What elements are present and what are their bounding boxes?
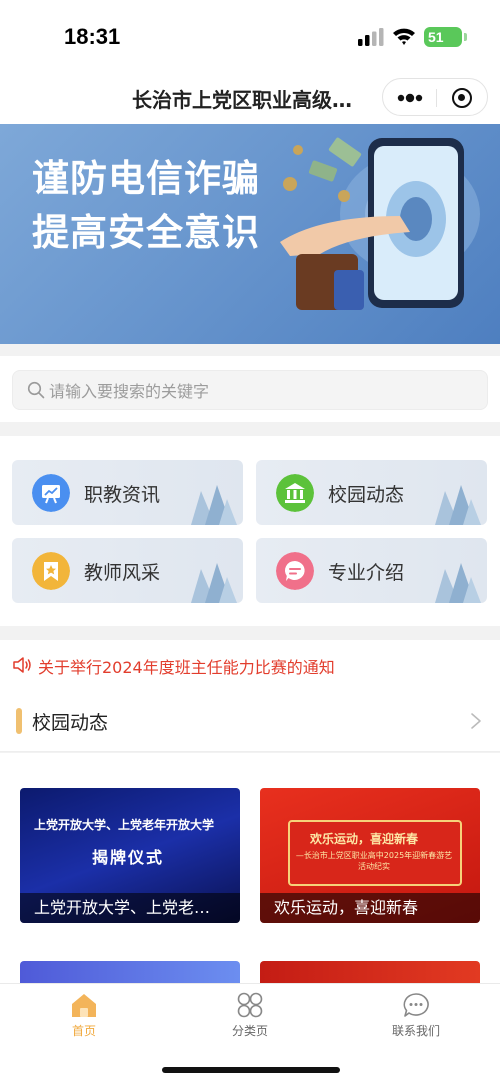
nav-bar: 长治市上党区职业高级…	[0, 72, 500, 124]
presentation-icon	[32, 474, 70, 512]
banner-carousel[interactable]: 谨防电信诈骗 提高安全意识	[0, 124, 500, 344]
banner-line-2: 提高安全意识	[32, 211, 260, 254]
close-miniprogram-icon[interactable]	[452, 88, 472, 108]
status-time: 18:31	[64, 24, 121, 49]
home-icon	[72, 994, 96, 1017]
tab-home[interactable]: 首页	[24, 990, 144, 1039]
page-title: 长治市上党区职业高级…	[132, 88, 352, 112]
notice-text[interactable]: 关于举行2024年度班主任能力比赛的通知	[38, 654, 335, 678]
miniprogram-capsule	[382, 78, 488, 116]
banner-line-1: 谨防电信诈骗	[32, 157, 260, 200]
tab-categories[interactable]: 分类页	[190, 990, 310, 1039]
building-decoration	[435, 485, 481, 525]
tab-contact[interactable]: 联系我们	[356, 990, 476, 1039]
speaker-icon	[13, 657, 31, 673]
news-card[interactable]: 欢乐运动，喜迎新春 —长治市上党区职业高中2025年迎新春游艺活动纪实 欢乐运动…	[260, 788, 480, 923]
category-label: 教师风采	[84, 562, 161, 584]
capsule-divider	[436, 89, 437, 107]
building-decoration	[191, 485, 237, 525]
wifi-icon	[393, 28, 415, 45]
teacher-badge-icon	[32, 552, 70, 590]
news-image-title: 上党开放大学、上党老年开放大学	[34, 818, 215, 832]
news-card[interactable]	[260, 961, 480, 983]
category-label: 专业介绍	[328, 562, 405, 584]
search-icon	[27, 381, 45, 399]
search-input[interactable]	[49, 377, 469, 405]
grid-icon	[237, 992, 263, 1018]
chevron-right-icon[interactable]	[470, 712, 482, 730]
category-label: 校园动态	[328, 484, 405, 506]
news-image-subtitle: —长治市上党区职业高中2025年迎新春游艺活动纪实	[295, 851, 453, 871]
more-options-icon[interactable]	[397, 91, 423, 105]
status-bar: 18:31 51	[0, 0, 500, 72]
section-header-campus[interactable]: 校园动态	[0, 690, 500, 752]
app-page: 18:31 51 长治市上党区职业高级… 谨防电信诈骗 提高安全意识 请输入要搜…	[0, 0, 500, 1083]
building-decoration	[191, 563, 237, 603]
notice-bar[interactable]: 关于举行2024年度班主任能力比赛的通知	[0, 640, 500, 690]
category-teachers[interactable]: 教师风采	[12, 538, 243, 603]
category-campus[interactable]: 校园动态	[256, 460, 487, 525]
category-label: 职教资讯	[84, 484, 161, 506]
building-decoration	[435, 563, 481, 603]
battery-level: 51	[428, 29, 444, 45]
home-indicator	[162, 1067, 340, 1073]
tab-label: 联系我们	[391, 1024, 440, 1038]
tab-label: 分类页	[231, 1024, 268, 1038]
cellular-signal-icon	[358, 28, 384, 46]
category-grid: 职教资讯 校园动态 教师风采 专业介绍	[0, 436, 500, 626]
banner-text: 谨防电信诈骗 提高安全意识	[32, 152, 260, 260]
chat-bubble-icon	[276, 552, 314, 590]
tab-label: 首页	[71, 1024, 96, 1038]
battery-icon: 51	[424, 27, 462, 47]
news-list: 上党开放大学、上党老年开放大学 揭牌仪式 上党开放大学、上党老… 欢乐运动，喜迎…	[0, 753, 500, 983]
phone-scam-illustration	[280, 137, 480, 310]
news-card[interactable]: 上党开放大学、上党老年开放大学 揭牌仪式 上党开放大学、上党老…	[20, 788, 240, 923]
search-section	[0, 356, 500, 422]
category-news[interactable]: 职教资讯	[12, 460, 243, 525]
battery-tip	[464, 33, 467, 41]
news-card[interactable]	[20, 961, 240, 983]
section-title: 校园动态	[32, 712, 109, 734]
news-caption: 上党开放大学、上党老…	[20, 893, 240, 923]
news-image-subtitle: 揭牌仪式	[92, 848, 165, 867]
campus-building-icon	[276, 474, 314, 512]
news-image-title: 欢乐运动，喜迎新春	[310, 832, 419, 846]
section-accent-bar	[16, 708, 22, 734]
search-bar[interactable]	[12, 370, 488, 410]
category-majors[interactable]: 专业介绍	[256, 538, 487, 603]
news-caption: 欢乐运动，喜迎新春	[260, 893, 480, 923]
contact-chat-icon	[403, 993, 429, 1017]
